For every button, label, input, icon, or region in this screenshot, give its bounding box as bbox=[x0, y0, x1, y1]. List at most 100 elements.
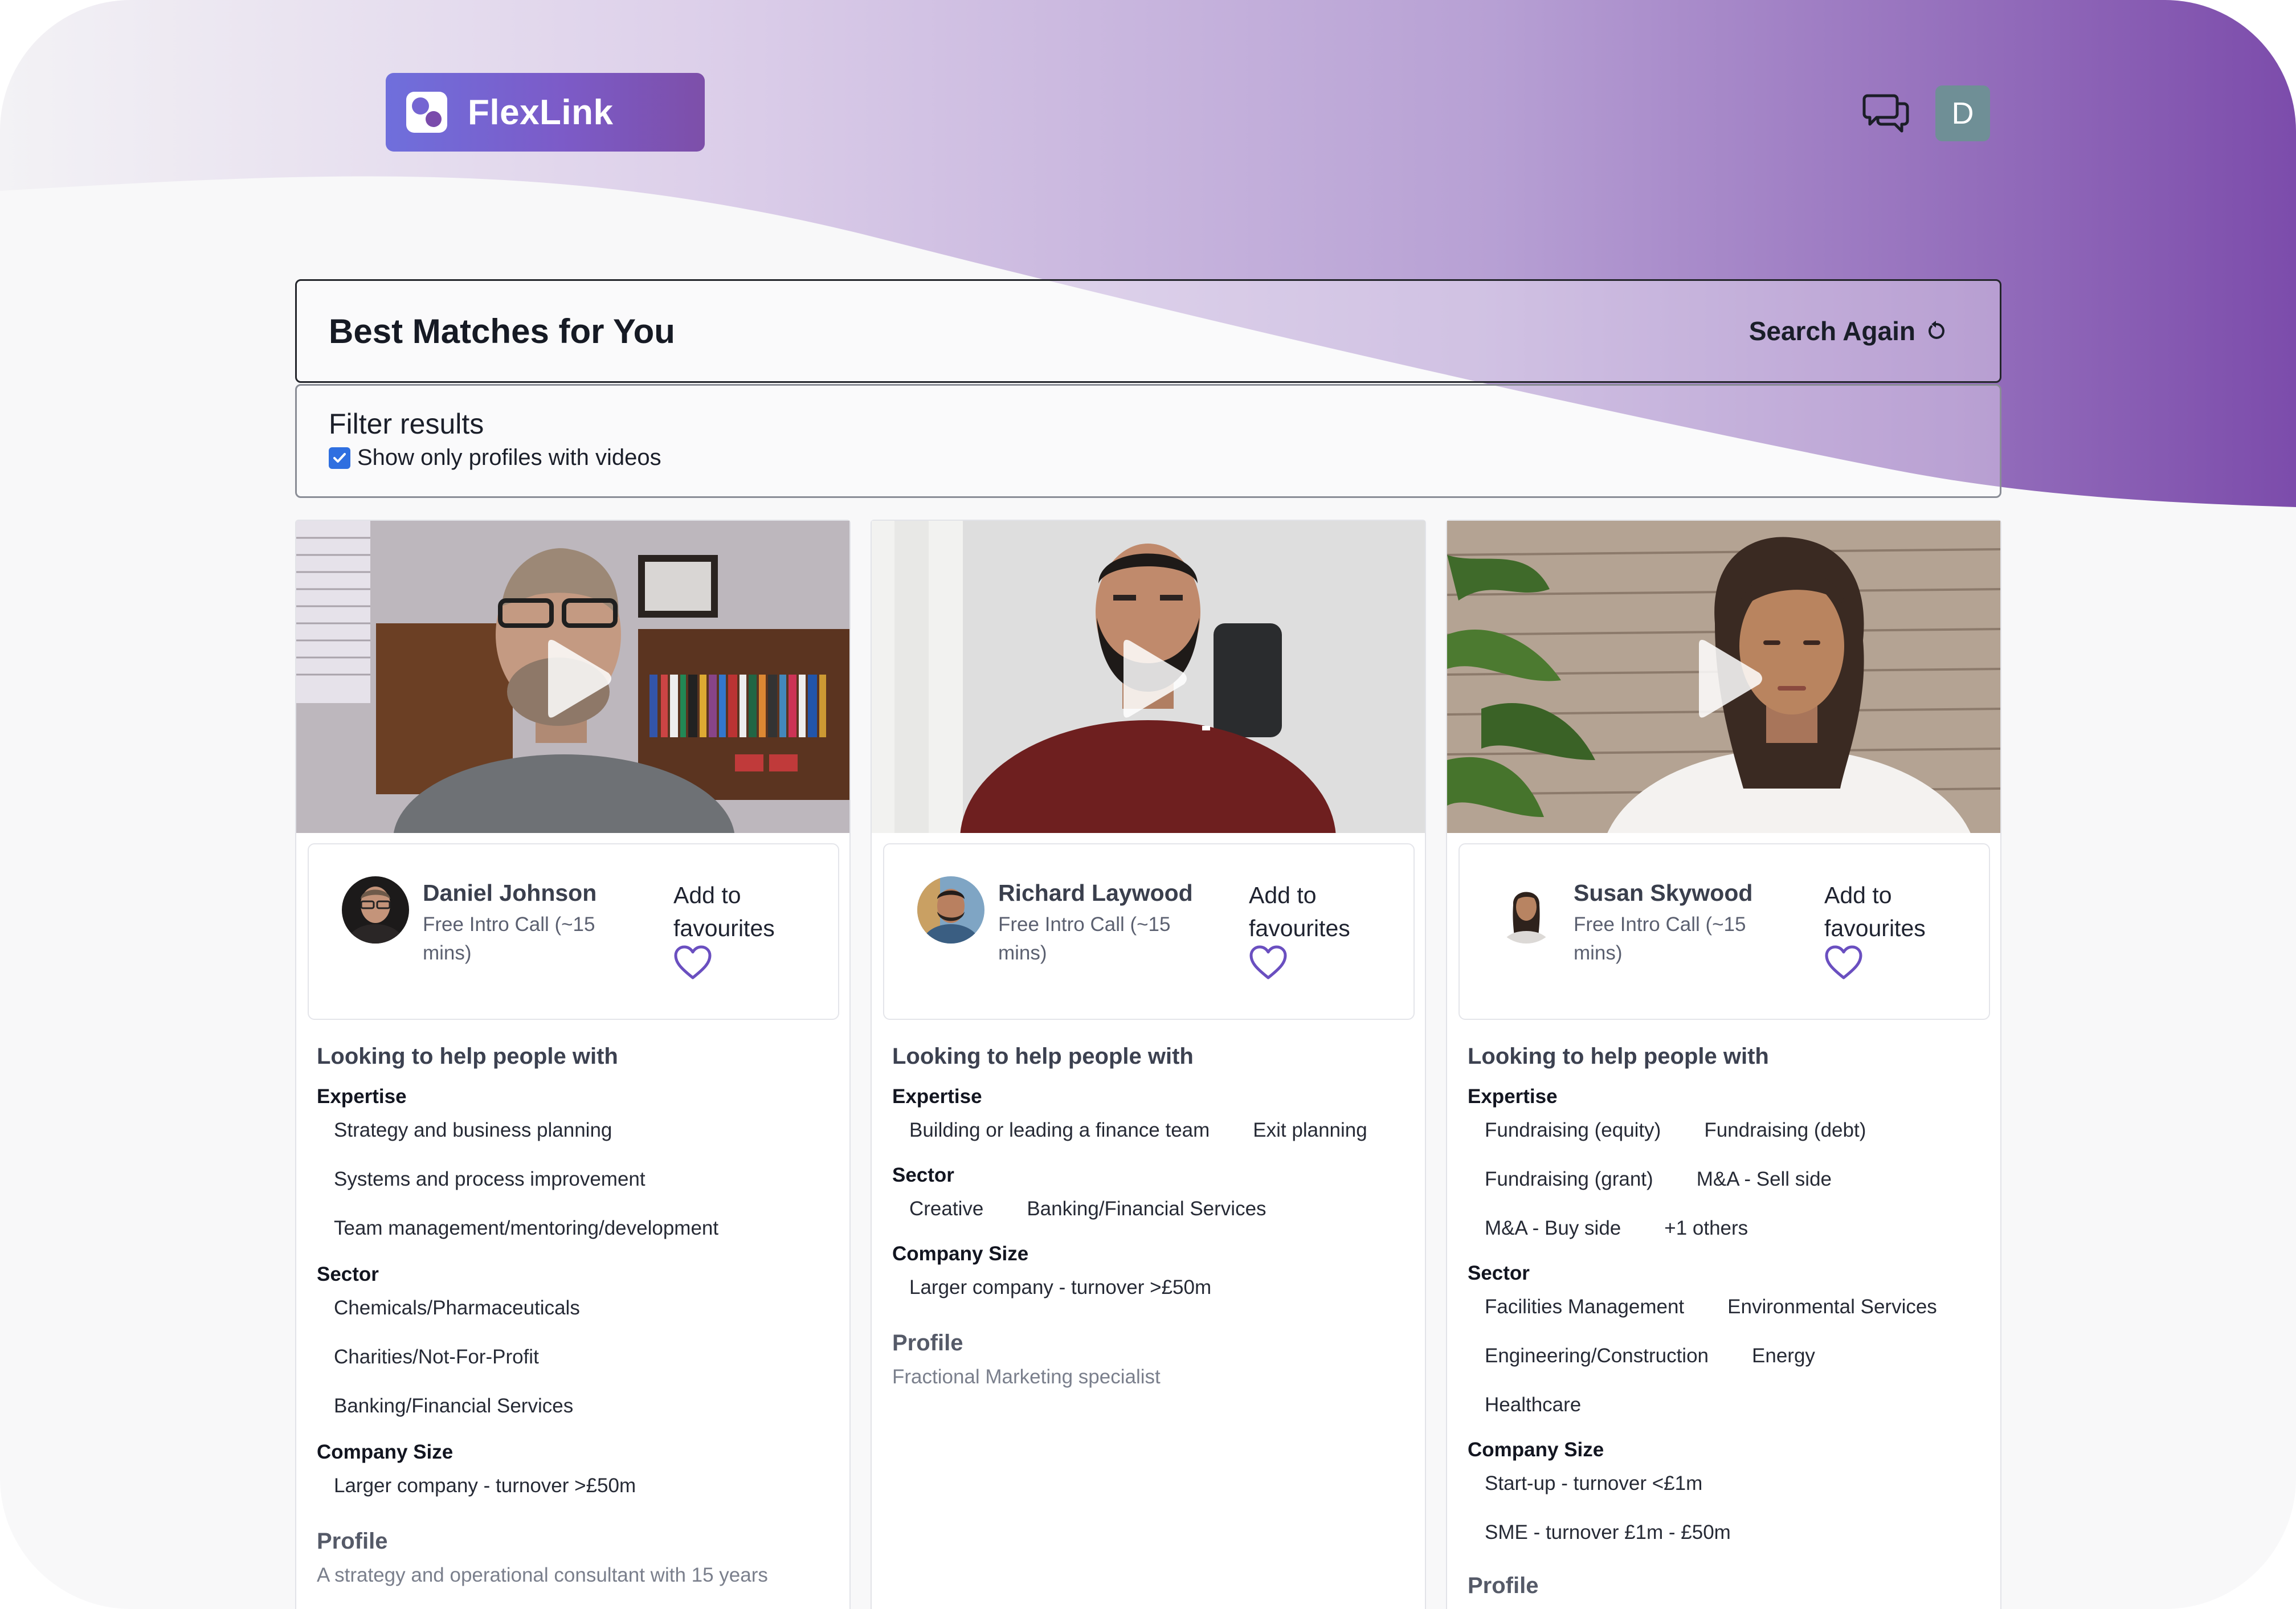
expertise-list: Strategy and business planning Systems a… bbox=[334, 1118, 830, 1260]
add-favourites-label: Add to favourites bbox=[673, 882, 775, 941]
looking-heading: Looking to help people with bbox=[892, 1044, 1194, 1069]
company-size-list: Larger company - turnover >£50m bbox=[909, 1276, 1405, 1318]
expertise-heading: Expertise bbox=[317, 1085, 407, 1108]
sector-list: Creative Banking/Financial Services bbox=[909, 1197, 1405, 1239]
company-size-tag: Larger company - turnover >£50m bbox=[909, 1276, 1212, 1298]
expertise-tag: Strategy and business planning bbox=[334, 1119, 612, 1141]
heart-icon[interactable] bbox=[1249, 945, 1288, 980]
match-card: Richard Laywood Free Intro Call (~15 min… bbox=[871, 520, 1426, 1609]
help-details: Looking to help people with Expertise Bu… bbox=[892, 1044, 1405, 1390]
company-size-list: Larger company - turnover >£50m bbox=[334, 1474, 830, 1516]
sector-list: Chemicals/Pharmaceuticals Charities/Not-… bbox=[334, 1296, 830, 1438]
video-only-label: Show only profiles with videos bbox=[357, 445, 661, 470]
results-header-panel: Best Matches for You Search Again bbox=[295, 279, 2001, 383]
expertise-list: Fundraising (equity) Fundraising (debt) bbox=[1485, 1118, 1980, 1167]
check-icon bbox=[333, 452, 346, 463]
app-frame: FlexLink D Best Matches for You Search A… bbox=[0, 0, 2296, 1609]
brand-name: FlexLink bbox=[468, 92, 614, 132]
sector-tag: Banking/Financial Services bbox=[1027, 1198, 1267, 1220]
sector-list: Healthcare bbox=[1485, 1393, 1980, 1435]
profile-name[interactable]: Susan Skywood bbox=[1574, 880, 1752, 906]
profile-avatar[interactable] bbox=[917, 876, 984, 944]
person-summary: Richard Laywood Free Intro Call (~15 min… bbox=[883, 843, 1415, 1020]
filter-title: Filter results bbox=[329, 408, 484, 440]
expertise-list: Fundraising (grant) M&A - Sell side bbox=[1485, 1167, 1980, 1216]
video-only-filter[interactable]: Show only profiles with videos bbox=[329, 445, 1968, 471]
search-again-button[interactable]: Search Again bbox=[1749, 316, 1947, 346]
match-card: Susan Skywood Free Intro Call (~15 mins)… bbox=[1446, 520, 2001, 1609]
expertise-tag: Fundraising (equity) bbox=[1485, 1119, 1661, 1141]
play-icon[interactable] bbox=[1686, 638, 1766, 720]
profile-name[interactable]: Richard Laywood bbox=[998, 880, 1193, 906]
expertise-more-link[interactable]: +1 others bbox=[1664, 1216, 1748, 1240]
person-summary: Susan Skywood Free Intro Call (~15 mins)… bbox=[1459, 843, 1990, 1020]
play-icon[interactable] bbox=[1111, 638, 1191, 720]
search-again-label: Search Again bbox=[1748, 316, 1915, 346]
profile-subtitle: Free Intro Call (~15 mins) bbox=[423, 913, 595, 964]
profile-name[interactable]: Daniel Johnson bbox=[423, 880, 597, 906]
looking-heading: Looking to help people with bbox=[1468, 1044, 1769, 1069]
expertise-tag: Systems and process improvement bbox=[334, 1168, 646, 1190]
refresh-icon bbox=[1928, 321, 1944, 339]
logo-icon bbox=[406, 92, 447, 133]
expertise-tag: Fundraising (grant) bbox=[1485, 1168, 1653, 1190]
expertise-list: M&A - Buy side +1 others bbox=[1485, 1216, 1980, 1259]
company-size-tag: SME - turnover £1m - £50m bbox=[1485, 1521, 1731, 1543]
sector-list: Engineering/Construction Energy bbox=[1485, 1344, 1980, 1393]
user-avatar[interactable]: D bbox=[1935, 85, 1990, 141]
sector-tag: Healthcare bbox=[1485, 1394, 1582, 1416]
video-only-checkbox[interactable] bbox=[329, 447, 350, 469]
help-details: Looking to help people with Expertise St… bbox=[317, 1044, 830, 1588]
profile-heading: Profile bbox=[317, 1529, 388, 1554]
expertise-tag: Fundraising (debt) bbox=[1704, 1119, 1866, 1141]
intro-video[interactable] bbox=[872, 521, 1425, 833]
expertise-heading: Expertise bbox=[892, 1085, 982, 1108]
expertise-heading: Expertise bbox=[1468, 1085, 1558, 1108]
help-details: Looking to help people with Expertise Fu… bbox=[1468, 1044, 1980, 1607]
intro-video[interactable] bbox=[296, 521, 849, 833]
expertise-tag: M&A - Sell side bbox=[1696, 1168, 1832, 1190]
play-icon[interactable] bbox=[536, 638, 615, 720]
add-favourites-label: Add to favourites bbox=[1249, 882, 1350, 941]
profile-avatar[interactable] bbox=[342, 876, 409, 944]
sector-tag: Banking/Financial Services bbox=[334, 1395, 574, 1417]
heart-icon[interactable] bbox=[1824, 945, 1863, 980]
person-summary: Daniel Johnson Free Intro Call (~15 mins… bbox=[308, 843, 839, 1020]
company-size-heading: Company Size bbox=[1468, 1439, 1604, 1461]
sector-heading: Sector bbox=[317, 1263, 379, 1285]
brand-logo[interactable]: FlexLink bbox=[386, 73, 705, 152]
sector-tag: Environmental Services bbox=[1727, 1296, 1937, 1318]
sector-tag: Energy bbox=[1752, 1345, 1815, 1367]
intro-video[interactable] bbox=[1447, 521, 2000, 833]
expertise-tag: Team management/mentoring/development bbox=[334, 1217, 719, 1239]
filter-panel: Filter results Show only profiles with v… bbox=[295, 384, 2001, 498]
sector-list: Facilities Management Environmental Serv… bbox=[1485, 1295, 1980, 1344]
sector-heading: Sector bbox=[1468, 1262, 1530, 1284]
profile-subtitle: Free Intro Call (~15 mins) bbox=[1574, 913, 1746, 964]
expertise-tag: M&A - Buy side bbox=[1485, 1217, 1621, 1239]
heart-icon[interactable] bbox=[673, 945, 712, 980]
expertise-tag: Building or leading a finance team bbox=[909, 1119, 1210, 1141]
profile-text: A strategy and operational consultant wi… bbox=[317, 1564, 768, 1586]
company-size-list: Start-up - turnover <£1m SME - turnover … bbox=[1485, 1472, 1980, 1570]
company-size-heading: Company Size bbox=[317, 1441, 454, 1463]
company-size-heading: Company Size bbox=[892, 1243, 1029, 1265]
company-size-tag: Start-up - turnover <£1m bbox=[1485, 1472, 1703, 1494]
profile-heading: Profile bbox=[892, 1330, 963, 1355]
sector-tag: Facilities Management bbox=[1485, 1296, 1685, 1318]
expertise-list: Building or leading a finance team Exit … bbox=[909, 1118, 1405, 1161]
page-title: Best Matches for You bbox=[329, 312, 675, 350]
match-card: Daniel Johnson Free Intro Call (~15 mins… bbox=[295, 520, 851, 1609]
sector-heading: Sector bbox=[892, 1164, 954, 1186]
profile-heading: Profile bbox=[1468, 1573, 1539, 1598]
sector-tag: Engineering/Construction bbox=[1485, 1345, 1709, 1367]
add-favourites-label: Add to favourites bbox=[1824, 882, 1926, 941]
looking-heading: Looking to help people with bbox=[317, 1044, 618, 1069]
sector-tag: Charities/Not-For-Profit bbox=[334, 1346, 539, 1368]
profile-avatar[interactable] bbox=[1493, 876, 1560, 944]
profile-subtitle: Free Intro Call (~15 mins) bbox=[998, 913, 1171, 964]
company-size-tag: Larger company - turnover >£50m bbox=[334, 1475, 636, 1497]
chat-icon[interactable] bbox=[1862, 91, 1910, 137]
profile-text: Fractional Marketing specialist bbox=[892, 1366, 1161, 1388]
expertise-tag: Exit planning bbox=[1253, 1119, 1367, 1141]
